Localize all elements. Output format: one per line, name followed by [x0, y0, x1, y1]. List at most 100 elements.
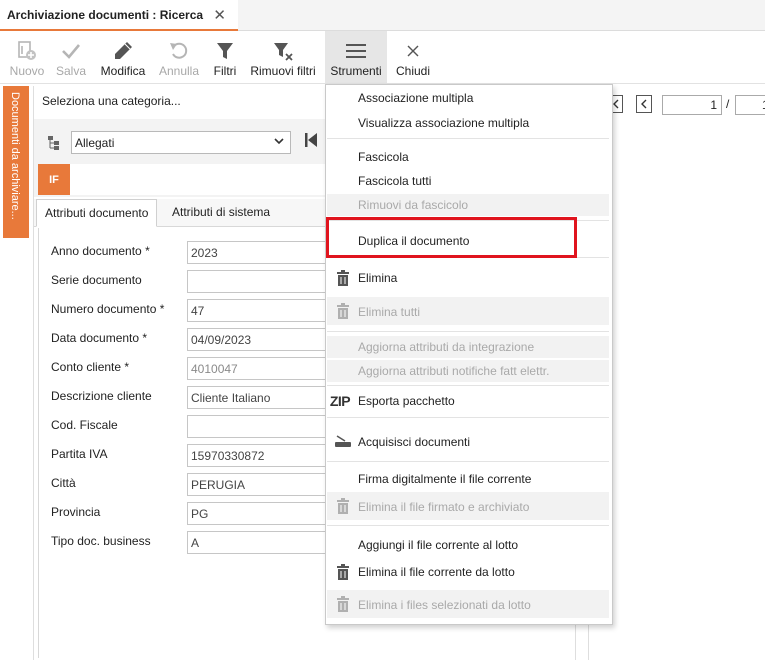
nuovo-label: Nuovo [9, 64, 45, 78]
form-row: Città PERUGIA [39, 472, 332, 496]
nuovo-button[interactable]: Nuovo [4, 31, 50, 83]
page-total: 1 [735, 95, 765, 115]
document-viewer: 1 / 1 [588, 86, 765, 660]
prev-page-icon[interactable] [636, 95, 652, 113]
filter-icon [208, 40, 242, 62]
filtri-label: Filtri [213, 64, 237, 78]
filtri-button[interactable]: Filtri [208, 31, 242, 83]
descrizione-cliente-field[interactable]: Cliente Italiano [187, 386, 332, 409]
trash-icon [334, 563, 352, 581]
search-panel: Seleziona una categoria... Allegati IF A… [33, 86, 332, 660]
menu-item-aggiungi-lotto[interactable]: Aggiungi il file corrente al lotto [327, 534, 609, 556]
salva-button[interactable]: Salva [50, 31, 92, 83]
chevron-down-icon [273, 135, 285, 150]
tree-icon[interactable] [47, 135, 61, 151]
menu-item-label: Elimina il file corrente da lotto [358, 565, 515, 579]
rimuovi-filtri-button[interactable]: Rimuovi filtri [246, 31, 320, 83]
category-prompt: Seleziona una categoria... [42, 94, 181, 108]
trash-icon [334, 497, 352, 515]
menu-separator [327, 331, 609, 332]
menu-item-fascicola-tutti[interactable]: Fascicola tutti [327, 170, 609, 192]
attribute-form: Anno documento * 2023 Serie documento Nu… [38, 228, 332, 658]
field-label: Numero documento * [51, 302, 165, 316]
page-separator: / [726, 97, 730, 111]
cod-fiscale-field[interactable] [187, 415, 332, 438]
menu-item-label: Elimina [358, 271, 398, 285]
menu-item-label: Fascicola tutti [358, 174, 432, 188]
menu-item-label: Aggiorna attributi da integrazione [358, 340, 535, 354]
page-number-input[interactable]: 1 [662, 95, 722, 115]
field-label: Descrizione cliente [51, 389, 152, 403]
menu-item-elimina-tutti[interactable]: Elimina tutti [327, 297, 609, 325]
menu-item-fascicola[interactable]: Fascicola [327, 146, 609, 168]
menu-item-label: Firma digitalmente il file corrente [358, 472, 532, 486]
menu-item-label: Fascicola [358, 150, 409, 164]
rimuovi-filtri-label: Rimuovi filtri [250, 64, 316, 78]
menu-item-label: Elimina i files selezionati da lotto [358, 598, 531, 612]
menu-item-rimuovi-fascicolo[interactable]: Rimuovi da fascicolo [327, 194, 609, 216]
annulla-label: Annulla [158, 64, 200, 78]
tab-attributi-sistema[interactable]: Attributi di sistema [164, 199, 278, 227]
chiudi-button[interactable]: Chiudi [392, 31, 434, 83]
field-label: Conto cliente * [51, 360, 130, 374]
if-badge[interactable]: IF [38, 164, 70, 195]
tab-archiviazione-ricerca[interactable]: Archiviazione documenti : Ricerca ✕ [0, 0, 238, 31]
trash-icon [334, 302, 352, 320]
field-label: Anno documento * [51, 244, 150, 258]
field-label: Provincia [51, 505, 101, 519]
menu-separator [327, 525, 609, 526]
tab-attributi-documento[interactable]: Attributi documento [36, 199, 158, 227]
menu-separator [327, 138, 609, 139]
badge-strip [70, 164, 326, 195]
serie-documento-field[interactable] [187, 270, 332, 293]
partita-iva-field[interactable]: 15970330872 [187, 444, 332, 467]
menu-separator [327, 385, 609, 386]
strumenti-button[interactable]: Strumenti [325, 31, 387, 83]
highlight-annotation-box [326, 217, 577, 258]
conto-cliente-field[interactable]: 4010047 [187, 357, 332, 380]
provincia-field[interactable]: PG [187, 502, 332, 525]
tab-bar: Archiviazione documenti : Ricerca ✕ [0, 0, 765, 31]
field-label: Serie documento [51, 273, 142, 287]
citta-field[interactable]: PERUGIA [187, 473, 332, 496]
field-label: Cod. Fiscale [51, 418, 118, 432]
form-row: Serie documento [39, 269, 332, 293]
category-selected-value: Allegati [75, 135, 115, 150]
menu-item-elimina-firmato[interactable]: Elimina il file firmato e archiviato [327, 492, 609, 520]
strumenti-menu: Associazione multipla Visualizza associa… [325, 84, 613, 625]
menu-item-aggiorna-notifiche[interactable]: Aggiorna attributi notifiche fatt elettr… [327, 360, 609, 382]
field-label: Data documento * [51, 331, 148, 345]
tab-title: Archiviazione documenti : Ricerca [7, 7, 204, 22]
menu-item-label: Acquisisci documenti [358, 435, 471, 449]
tipo-doc-business-field[interactable]: A [187, 531, 332, 554]
side-tab-documenti-da-archiviare[interactable]: Documenti da archiviare... [3, 86, 29, 238]
zip-icon: ZIP [329, 393, 351, 409]
menu-item-aggiorna-integrazione[interactable]: Aggiorna attributi da integrazione [327, 336, 609, 358]
menu-separator [327, 417, 609, 418]
pencil-icon [94, 40, 152, 62]
close-tab-icon[interactable]: ✕ [213, 6, 226, 24]
menu-item-elimina[interactable]: Elimina [327, 267, 609, 289]
hamburger-menu-icon [325, 40, 387, 62]
menu-item-visualizza-associazione[interactable]: Visualizza associazione multipla [327, 112, 609, 134]
toolbar: Nuovo Salva Modifica Annulla Filtri Rimu… [0, 31, 765, 84]
form-row: Cod. Fiscale [39, 414, 332, 438]
menu-item-associazione-multipla[interactable]: Associazione multipla [327, 87, 609, 109]
side-tab-label: Documenti da archiviare... [9, 92, 21, 220]
anno-documento-field[interactable]: 2023 [187, 241, 332, 264]
form-row: Partita IVA 15970330872 [39, 443, 332, 467]
modifica-button[interactable]: Modifica [94, 31, 152, 83]
annulla-button[interactable]: Annulla [154, 31, 204, 83]
data-documento-field[interactable]: 04/09/2023 [187, 328, 332, 351]
menu-item-elimina-selezionati[interactable]: Elimina i files selezionati da lotto [327, 590, 609, 618]
menu-item-esporta-pacchetto[interactable]: ZIP Esporta pacchetto [327, 390, 609, 412]
first-record-icon[interactable] [304, 132, 318, 151]
modifica-label: Modifica [100, 64, 146, 78]
menu-item-acquisisci-documenti[interactable]: Acquisisci documenti [327, 431, 609, 453]
form-row: Tipo doc. business A [39, 530, 332, 554]
numero-documento-field[interactable]: 47 [187, 299, 332, 322]
field-label: Tipo doc. business [51, 534, 151, 548]
category-select[interactable]: Allegati [71, 131, 291, 154]
menu-item-firma-digitalmente[interactable]: Firma digitalmente il file corrente [327, 468, 609, 490]
menu-item-elimina-lotto[interactable]: Elimina il file corrente da lotto [327, 561, 609, 583]
